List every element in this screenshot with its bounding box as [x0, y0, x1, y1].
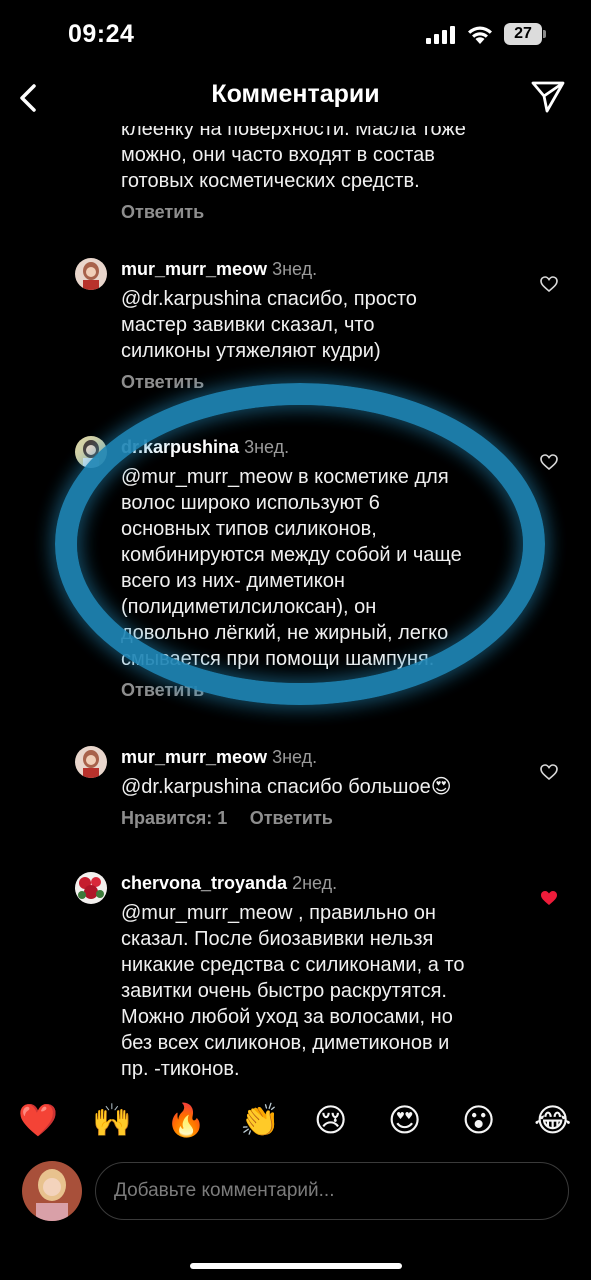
- comments-list: клеёнку на поверхности. Масла тоже можно…: [0, 126, 591, 1082]
- comment-time: 3нед.: [244, 437, 290, 457]
- tears-of-joy-emoji-icon[interactable]: 😂: [534, 1100, 571, 1140]
- status-time: 09:24: [68, 20, 135, 48]
- raising-hands-emoji-icon[interactable]: 🙌: [92, 1100, 132, 1140]
- comment-time: 2нед.: [292, 873, 338, 893]
- comment-continuation: клеёнку на поверхности. Масла тоже можно…: [121, 126, 541, 223]
- reply-button[interactable]: Ответить: [250, 808, 333, 828]
- comment-input[interactable]: [95, 1162, 569, 1220]
- comment-username[interactable]: chervona_troyanda: [121, 873, 287, 893]
- battery-level: 27: [504, 23, 542, 45]
- heart-outline-icon[interactable]: [540, 764, 558, 780]
- avatar[interactable]: [75, 872, 107, 904]
- comment-username[interactable]: mur_murr_meow: [121, 259, 267, 279]
- comment-text: @dr.karpushina спасибо, просто мастер за…: [121, 288, 417, 362]
- avatar[interactable]: [75, 436, 107, 468]
- heart-filled-icon[interactable]: [540, 890, 558, 906]
- crying-face-emoji-icon[interactable]: 😢: [314, 1100, 347, 1140]
- avatar[interactable]: [22, 1161, 82, 1221]
- avatar[interactable]: [75, 258, 107, 290]
- heart-outline-icon[interactable]: [540, 276, 558, 292]
- likes-count[interactable]: Нравится: 1: [121, 808, 227, 828]
- red-heart-emoji-icon[interactable]: ❤️: [18, 1100, 58, 1140]
- comment-time: 3нед.: [272, 747, 318, 767]
- battery-icon: 27: [504, 23, 546, 45]
- comment-text: клеёнку на поверхности. Масла тоже можно…: [121, 126, 466, 192]
- avatar[interactable]: [75, 746, 107, 778]
- reply-button[interactable]: Ответить: [121, 680, 204, 700]
- emoji-quick-bar: ❤️ 🙌 🔥 👏 😢 😍 😮 😂: [0, 1082, 591, 1158]
- comment-composer: [0, 1158, 591, 1238]
- comment-text: @mur_murr_meow , правильно он сказал. По…: [121, 902, 465, 1080]
- comment-username[interactable]: mur_murr_meow: [121, 747, 267, 767]
- clapping-hands-emoji-icon[interactable]: 👏: [240, 1100, 280, 1140]
- surprised-face-emoji-icon[interactable]: 😮: [462, 1100, 495, 1140]
- heart-eyes-emoji-icon[interactable]: 😍: [388, 1100, 421, 1140]
- header: Комментарии: [0, 70, 591, 126]
- home-indicator: [190, 1263, 402, 1269]
- status-bar: 09:24 27: [0, 0, 591, 70]
- wifi-icon: [468, 26, 492, 44]
- fire-emoji-icon[interactable]: 🔥: [166, 1100, 206, 1140]
- send-icon[interactable]: [530, 78, 566, 114]
- comment-time: 3нед.: [272, 259, 318, 279]
- page-title: Комментарии: [211, 80, 380, 108]
- comment-text: @dr.karpushina спасибо большое😍: [121, 776, 452, 798]
- cellular-signal-icon: [426, 26, 455, 44]
- heart-outline-icon[interactable]: [540, 454, 558, 470]
- reply-button[interactable]: Ответить: [121, 202, 204, 222]
- reply-button[interactable]: Ответить: [121, 372, 204, 392]
- comment-username[interactable]: dr.karpushina: [121, 437, 239, 457]
- comment-text: @mur_murr_meow в косметике для волос шир…: [121, 466, 462, 670]
